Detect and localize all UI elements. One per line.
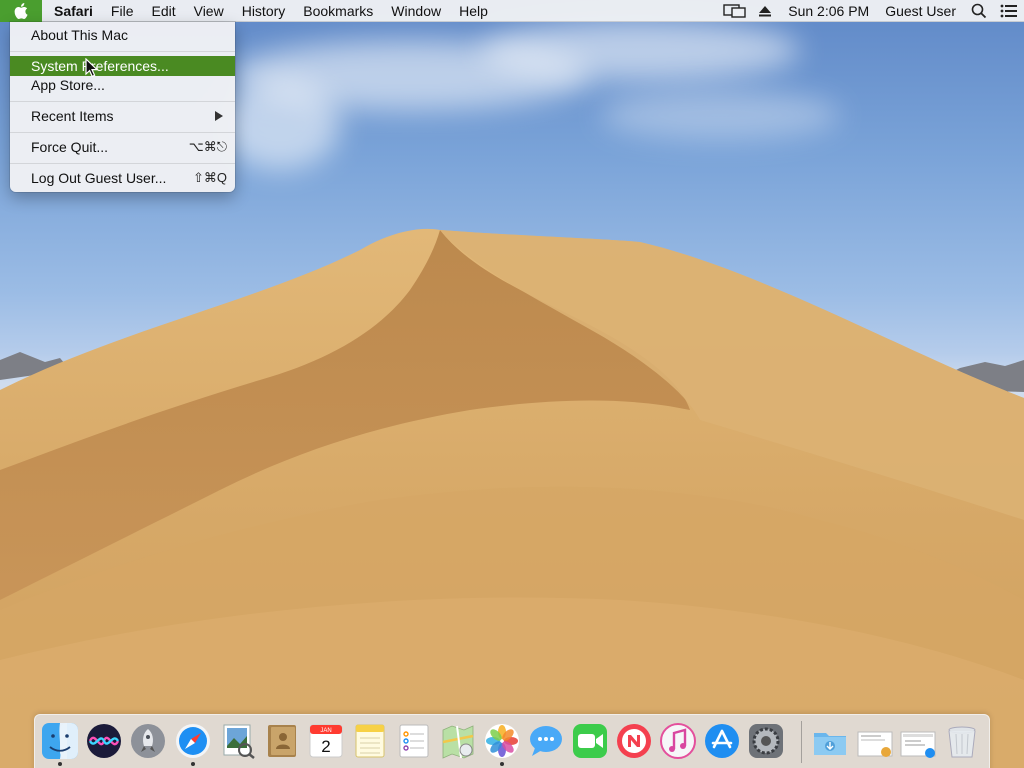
itunes-icon[interactable] <box>659 722 697 760</box>
preview-icon[interactable] <box>219 722 257 760</box>
menu-item-label: Force Quit... <box>31 139 109 155</box>
notes-icon[interactable] <box>351 722 389 760</box>
downloads-folder-icon[interactable] <box>811 722 849 760</box>
notification-center-icon[interactable] <box>994 0 1024 22</box>
maps-icon[interactable] <box>439 722 477 760</box>
calendar-icon[interactable]: JAN 2 <box>307 722 345 760</box>
app-store-icon[interactable] <box>703 722 741 760</box>
trash-icon[interactable] <box>943 722 981 760</box>
mouse-pointer-icon <box>85 58 99 78</box>
running-indicator <box>500 762 504 766</box>
menu-item-label: About This Mac <box>31 27 129 43</box>
menu-separator <box>10 101 235 102</box>
news-icon[interactable] <box>615 722 653 760</box>
menu-separator <box>10 163 235 164</box>
menu-history[interactable]: History <box>233 0 295 22</box>
menu-separator <box>10 51 235 52</box>
safari-icon[interactable] <box>174 722 212 760</box>
eject-icon[interactable] <box>750 0 780 22</box>
menu-item-label: App Store... <box>31 77 105 93</box>
menu-separator <box>10 132 235 133</box>
launchpad-icon[interactable] <box>129 722 167 760</box>
spotlight-search-icon[interactable] <box>964 0 994 22</box>
menubar-user[interactable]: Guest User <box>877 0 964 22</box>
menu-help[interactable]: Help <box>450 0 497 22</box>
facetime-icon[interactable] <box>571 722 609 760</box>
apple-logo-icon <box>14 2 28 19</box>
screenshot-stack-icon[interactable] <box>899 722 937 760</box>
menu-window[interactable]: Window <box>382 0 450 22</box>
siri-icon[interactable] <box>85 722 123 760</box>
menu-edit[interactable]: Edit <box>142 0 184 22</box>
finder-icon[interactable] <box>41 722 79 760</box>
menu-item-label: System Preferences... <box>31 58 169 74</box>
reminders-icon[interactable] <box>395 722 433 760</box>
menu-item-recent-items[interactable]: Recent Items <box>10 106 235 126</box>
calendar-day: 2 <box>321 737 330 756</box>
dock-separator <box>801 721 802 763</box>
menu-item-system-preferences[interactable]: System Preferences... <box>10 56 235 76</box>
menu-item-app-store[interactable]: App Store... <box>10 75 235 95</box>
menu-item-label: Recent Items <box>31 108 114 124</box>
menu-item-about-this-mac[interactable]: About This Mac <box>10 25 235 45</box>
menu-view[interactable]: View <box>185 0 233 22</box>
system-preferences-icon[interactable] <box>747 722 785 760</box>
photos-icon[interactable] <box>483 722 521 760</box>
menu-item-force-quit[interactable]: Force Quit... ⌥⌘⎋ <box>10 137 235 157</box>
apple-menu-dropdown: About This Mac System Preferences... App… <box>10 22 235 192</box>
dock: JAN 2 <box>34 714 990 768</box>
calendar-month: JAN <box>320 728 331 734</box>
menu-item-label: Log Out Guest User... <box>31 170 167 186</box>
menubar-clock[interactable]: Sun 2:06 PM <box>780 0 877 22</box>
airplay-icon[interactable] <box>720 0 750 22</box>
apple-menu-button[interactable] <box>0 0 42 22</box>
menu-shortcut: ⇧⌘Q <box>192 170 227 185</box>
menu-bookmarks[interactable]: Bookmarks <box>294 0 382 22</box>
menu-item-log-out[interactable]: Log Out Guest User... ⇧⌘Q <box>10 168 235 188</box>
contacts-icon[interactable] <box>263 722 301 760</box>
menu-shortcut: ⌥⌘⎋ <box>188 139 227 154</box>
messages-icon[interactable] <box>527 722 565 760</box>
menu-file[interactable]: File <box>102 0 143 22</box>
submenu-arrow-icon <box>215 111 223 121</box>
document-stack-icon[interactable] <box>855 722 893 760</box>
running-indicator <box>58 762 62 766</box>
menu-bar: Safari File Edit View History Bookmarks … <box>0 0 1024 22</box>
running-indicator <box>191 762 195 766</box>
app-menu-safari[interactable]: Safari <box>42 0 102 22</box>
